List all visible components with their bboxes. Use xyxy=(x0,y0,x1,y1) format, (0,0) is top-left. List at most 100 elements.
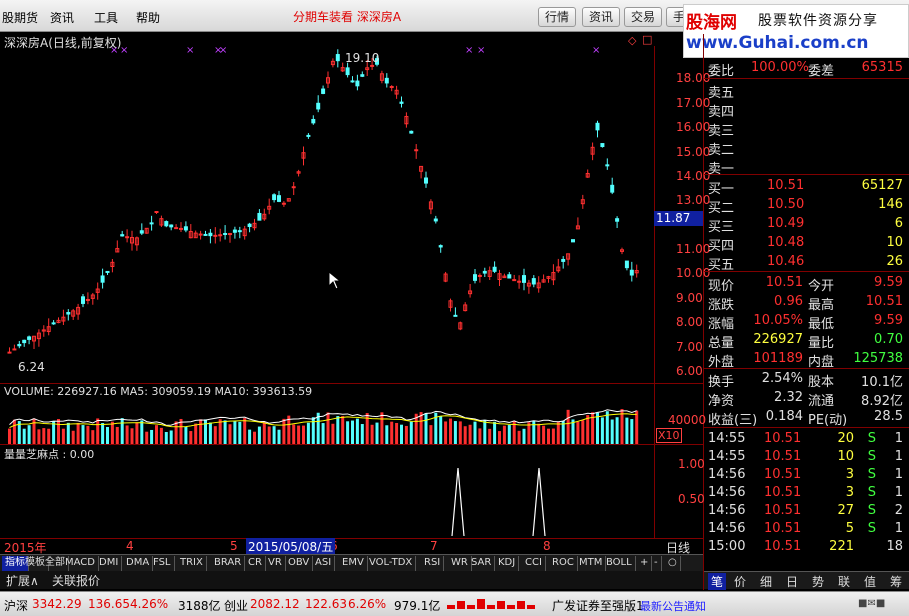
stat-label: 涨幅 xyxy=(708,317,735,332)
volume-bar xyxy=(218,419,222,444)
quote-button[interactable]: 行情 xyxy=(538,7,577,27)
indicator-tab-mtm[interactable]: MTM xyxy=(576,556,607,571)
indicator-tab-sar[interactable]: SAR xyxy=(468,556,496,571)
info-button[interactable]: 资讯 xyxy=(582,7,621,27)
indicator-tab-dmi[interactable]: DMI xyxy=(96,556,123,571)
fund-row[interactable]: 换手 2.54% 股本 10.1亿 xyxy=(707,370,909,390)
price-tick: 15.00 xyxy=(676,145,711,159)
stat-row[interactable]: 外盘 101189 内盘 125738 xyxy=(707,350,909,370)
detail-tab[interactable]: 筹 xyxy=(890,573,902,590)
buy-row[interactable]: 买三 10.49 6 xyxy=(707,215,909,235)
volume-bar xyxy=(331,423,335,444)
indicator-chart[interactable] xyxy=(0,458,654,538)
tick-row[interactable]: 14:56 10.51 3 S 1 xyxy=(707,466,909,485)
menu-help[interactable]: 帮助 xyxy=(136,9,160,26)
volume-bar xyxy=(243,418,247,444)
tick-row[interactable]: 14:56 10.51 27 S 2 xyxy=(707,502,909,521)
fund-row[interactable]: 收益(三) 0.184 PE(动) 28.5 xyxy=(707,408,909,428)
sell-row[interactable]: 卖五 xyxy=(707,81,909,101)
menu-news[interactable]: 资讯 xyxy=(50,9,74,26)
sell-row[interactable]: 卖四 xyxy=(707,100,909,120)
detail-tab[interactable]: 价 xyxy=(734,573,746,590)
volume-bar xyxy=(169,430,173,444)
indicator-tab-trix[interactable]: TRIX xyxy=(177,556,207,571)
indicator-tab-dma[interactable]: DMA xyxy=(123,556,154,571)
tick-row[interactable]: 14:56 10.51 5 S 1 xyxy=(707,520,909,539)
volume-chart[interactable] xyxy=(0,398,654,444)
weibi-label: 委比 xyxy=(708,64,735,79)
menu-futures[interactable]: 股期货 xyxy=(2,9,38,26)
stat-row[interactable]: 涨幅 10.05% 最低 9.59 xyxy=(707,312,909,332)
current-price-tag: 11.87 xyxy=(654,211,703,226)
candle xyxy=(218,234,223,237)
volume-bar xyxy=(400,424,403,444)
volume-bar xyxy=(91,430,95,444)
volume-bar xyxy=(429,425,433,444)
stat-row[interactable]: 涨跌 0.96 最高 10.51 xyxy=(707,293,909,313)
buy-row[interactable]: 买五 10.46 26 xyxy=(707,253,909,273)
sell-row[interactable]: 卖二 xyxy=(707,138,909,158)
fund-row[interactable]: 净资 2.32 流通 8.92亿 xyxy=(707,389,909,409)
indicator-tab-asi[interactable]: ASI xyxy=(312,556,336,571)
buy-row[interactable]: 买四 10.48 10 xyxy=(707,234,909,254)
indicator-tab-vr[interactable]: VR xyxy=(265,556,286,571)
broker-name[interactable]: 广发证券至强版1 xyxy=(552,597,644,614)
indicator-tab-voltdx[interactable]: VOL-TDX xyxy=(366,556,417,571)
buy-price: 10.46 xyxy=(767,254,805,269)
tick-volume: 3 xyxy=(845,485,854,500)
tray-icons[interactable]: ■✉■ xyxy=(858,598,885,609)
detail-tab[interactable]: 联 xyxy=(838,573,850,590)
volume-bar xyxy=(395,422,399,444)
news-ticker[interactable]: 最新公告通知 xyxy=(640,598,706,614)
detail-tab[interactable]: 笔 xyxy=(708,573,727,590)
stat-row[interactable]: 总量 226927 量比 0.70 xyxy=(707,331,909,351)
signal-marker: × xyxy=(120,45,128,56)
candle xyxy=(291,186,296,189)
indicator-tab-[interactable]: - xyxy=(651,556,662,571)
related-quotes-tab[interactable]: 关联报价 xyxy=(52,572,100,589)
buy-row[interactable]: 买一 10.51 65127 xyxy=(707,177,909,197)
indicator-tab-roc[interactable]: ROC xyxy=(549,556,578,571)
indicator-tab-kdj[interactable]: KDJ xyxy=(495,556,520,571)
expand-tab[interactable]: 扩展∧ xyxy=(6,572,39,589)
indicator-tab-[interactable]: ○ xyxy=(665,556,681,571)
indicator-tab-brar[interactable]: BRAR xyxy=(211,556,246,571)
indicator-tab-cr[interactable]: CR xyxy=(245,556,266,571)
volume-bar xyxy=(184,426,188,444)
candle xyxy=(51,322,56,325)
volume-bar xyxy=(57,419,60,444)
indicator-tab-cci[interactable]: CCI xyxy=(522,556,546,571)
indicator-tab-obv[interactable]: OBV xyxy=(285,556,314,571)
volume-bar xyxy=(115,426,119,444)
weibi-row: 委比 100.00% 委差 65315 xyxy=(707,59,909,79)
tick-row[interactable]: 14:56 10.51 3 S 1 xyxy=(707,484,909,503)
detail-tab[interactable]: 日 xyxy=(786,573,798,590)
weicha-label: 委差 xyxy=(808,64,835,79)
volume-bar xyxy=(292,424,296,444)
signal-marker: × xyxy=(110,45,118,56)
tick-row[interactable]: 14:55 10.51 10 S 1 xyxy=(707,448,909,467)
sell-row[interactable]: 卖三 xyxy=(707,119,909,139)
detail-tab[interactable]: 势 xyxy=(812,573,824,590)
candle xyxy=(624,260,629,269)
volume-bar xyxy=(306,422,310,444)
candlestick-chart[interactable]: × × × ×× × × × xyxy=(0,44,654,382)
stat-label: 内盘 xyxy=(808,355,835,370)
stat-row[interactable]: 现价 10.51 今开 9.59 xyxy=(707,274,909,294)
menu-tools[interactable]: 工具 xyxy=(94,9,118,26)
indicator-tab-macd[interactable]: MACD xyxy=(62,556,99,571)
volume-bar xyxy=(101,423,105,444)
detail-tab[interactable]: 细 xyxy=(760,573,772,590)
sell-row[interactable]: 卖一 xyxy=(707,157,909,177)
trade-button[interactable]: 交易 xyxy=(624,7,663,27)
buy-row[interactable]: 买二 10.50 146 xyxy=(707,196,909,216)
indicator-tab-boll[interactable]: BOLL xyxy=(603,556,636,571)
indicator-tab-rsi[interactable]: RSI xyxy=(421,556,445,571)
tick-row[interactable]: 14:55 10.51 20 S 1 xyxy=(707,430,909,449)
cy-pct: 6.26% xyxy=(348,597,387,611)
tick-row[interactable]: 15:00 10.51 221 18 xyxy=(707,538,909,557)
indicator-tab-fsl[interactable]: FSL xyxy=(150,556,175,571)
detail-tab[interactable]: 值 xyxy=(864,573,876,590)
indicator-tab-emv[interactable]: EMV xyxy=(339,556,368,571)
stat-value: 125738 xyxy=(853,351,903,366)
